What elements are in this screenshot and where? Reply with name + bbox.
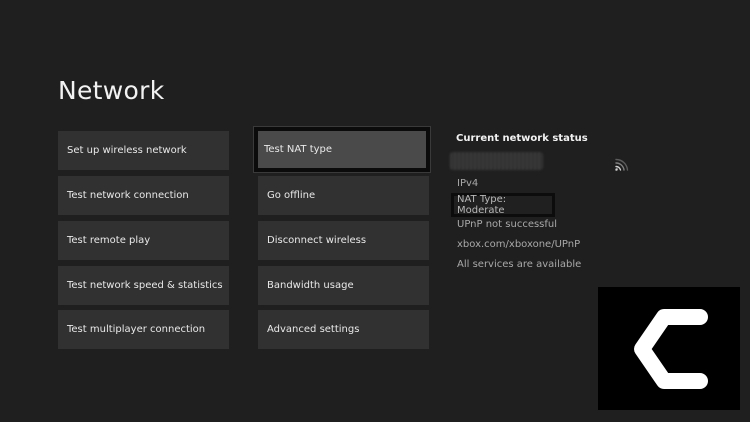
test-multiplayer-connection-button[interactable]: Test multiplayer connection	[58, 310, 229, 349]
nat-type-text: NAT Type: Moderate	[457, 194, 507, 216]
network-status-title: Current network status	[456, 133, 588, 144]
tile-label: Test network connection	[67, 190, 189, 201]
redacted-network-name	[450, 152, 543, 170]
tile-label: Advanced settings	[267, 324, 360, 335]
tile-label: Disconnect wireless	[267, 235, 367, 246]
advanced-settings-button[interactable]: Advanced settings	[258, 310, 429, 349]
wifi-signal-icon	[615, 158, 629, 171]
tile-label: Test multiplayer connection	[67, 324, 206, 335]
tile-label: Bandwidth usage	[267, 280, 354, 291]
test-network-connection-button[interactable]: Test network connection	[58, 176, 229, 215]
test-remote-play-button[interactable]: Test remote play	[58, 221, 229, 260]
tile-label: Test network speed & statistics	[67, 280, 223, 291]
logo-watermark	[598, 287, 740, 410]
test-nat-type-button[interactable]: Test NAT type	[254, 127, 430, 172]
nat-type-status: NAT Type: Moderate	[451, 193, 555, 217]
upnp-link-text: xbox.com/xboxone/UPnP	[457, 239, 581, 250]
tile-label: Go offline	[267, 190, 316, 201]
page-title: Network	[58, 76, 165, 105]
network-settings-screen: Network Set up wireless network Test net…	[0, 0, 750, 422]
bandwidth-usage-button[interactable]: Bandwidth usage	[258, 266, 429, 305]
c-logo-icon	[634, 308, 708, 389]
disconnect-wireless-button[interactable]: Disconnect wireless	[258, 221, 429, 260]
upnp-status-text: UPnP not successful	[457, 219, 558, 230]
services-status-text: All services are available	[457, 259, 582, 270]
tile-label: Set up wireless network	[67, 145, 187, 156]
tile-label: Test remote play	[67, 235, 151, 246]
set-up-wireless-network-button[interactable]: Set up wireless network	[58, 131, 229, 170]
test-network-speed-statistics-button[interactable]: Test network speed & statistics	[58, 266, 229, 305]
ip-version-text: IPv4	[457, 178, 479, 189]
go-offline-button[interactable]: Go offline	[258, 176, 429, 215]
tile-label: Test NAT type	[264, 144, 333, 155]
